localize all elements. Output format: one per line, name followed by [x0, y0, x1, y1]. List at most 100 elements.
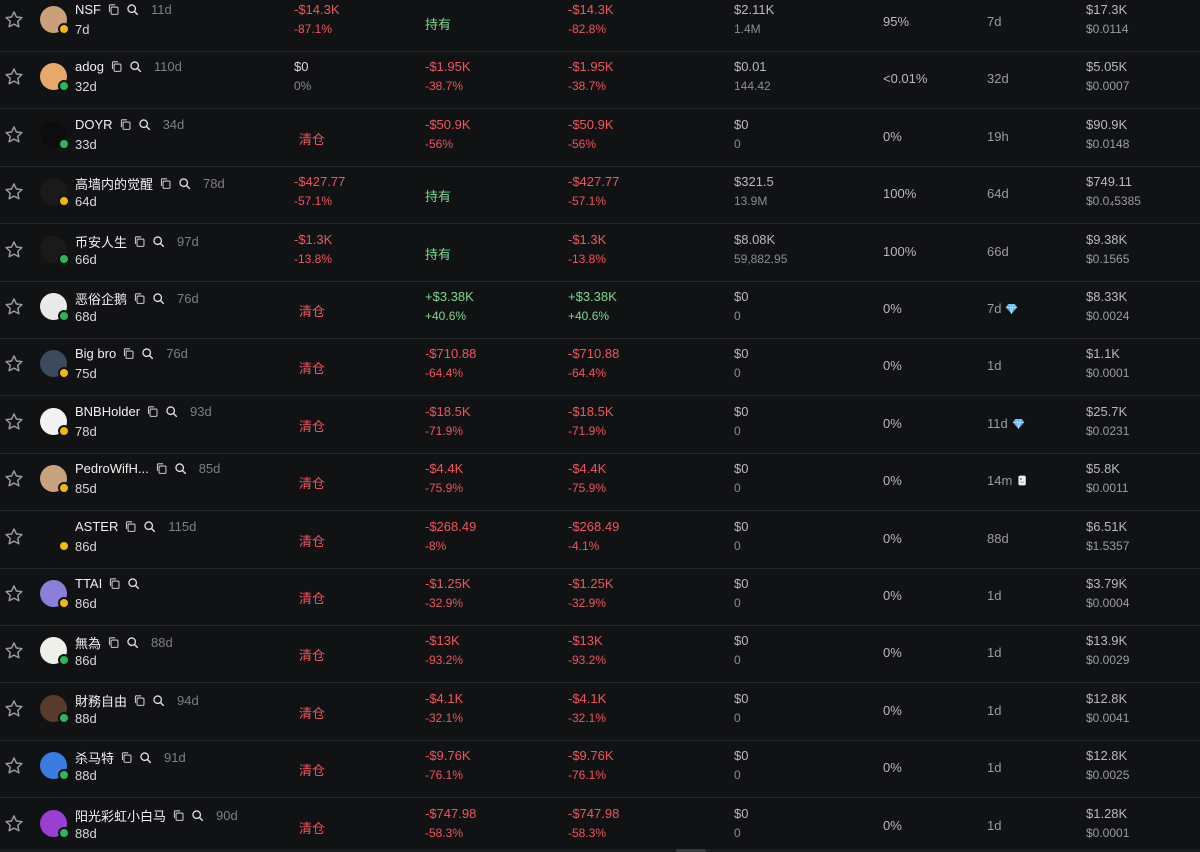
copy-icon[interactable]: [122, 347, 135, 360]
search-icon[interactable]: [143, 520, 156, 533]
copy-icon[interactable]: [146, 405, 159, 418]
token-name[interactable]: Big bro: [75, 346, 116, 361]
copy-icon[interactable]: [172, 809, 185, 822]
token-avatar[interactable]: [40, 465, 70, 495]
chain-badge-icon: [58, 137, 70, 150]
holding-duration-cell: 1d: [987, 760, 1001, 775]
copy-icon[interactable]: [133, 235, 146, 248]
token-avatar[interactable]: [40, 293, 70, 322]
search-icon[interactable]: [126, 3, 139, 16]
token-name[interactable]: 財務自由: [75, 691, 127, 710]
favorite-star-icon[interactable]: [3, 468, 25, 490]
copy-icon[interactable]: [107, 636, 120, 649]
token-avatar[interactable]: [40, 235, 70, 265]
token-avatar[interactable]: [40, 637, 70, 667]
token-name[interactable]: 杀马特: [75, 748, 114, 767]
holding-duration-value: 1d: [987, 358, 1002, 374]
table-row[interactable]: 無為 88d 86d 清仓 -$13K -93.2% -$13K -93.2% $0 0 0% 1d $…: [0, 626, 1200, 684]
copy-icon[interactable]: [124, 520, 137, 533]
search-icon[interactable]: [152, 694, 165, 707]
token-avatar[interactable]: [40, 580, 70, 609]
copy-icon[interactable]: [120, 751, 133, 764]
copy-icon[interactable]: [119, 118, 132, 131]
copy-icon[interactable]: [155, 462, 168, 475]
table-row[interactable]: ASTER 115d 86d 清仓 -$268.49 -8% -$268.49 -4.1% $0…: [0, 512, 1200, 569]
token-avatar[interactable]: [40, 6, 70, 35]
copy-icon[interactable]: [133, 292, 146, 305]
token-avatar[interactable]: [40, 752, 70, 782]
copy-icon[interactable]: [133, 694, 146, 707]
realized-pnl-value: -$268.49: [425, 518, 477, 534]
table-row[interactable]: Big bro 76d 75d 清仓 -$710.88 -64.4% -$710.88 -64…: [0, 339, 1200, 397]
favorite-star-icon[interactable]: [3, 296, 25, 318]
favorite-star-icon[interactable]: [3, 66, 25, 88]
search-icon[interactable]: [165, 405, 178, 418]
token-name[interactable]: TTAI: [75, 576, 102, 591]
table-row[interactable]: BNBHolder 93d 78d 清仓 -$18.5K -71.9% -$18.5K -71…: [0, 397, 1200, 454]
table-row[interactable]: DOYR 34d 33d 清仓 -$50.9K -56% -$50.9K -56% $0 0 0% 1…: [0, 110, 1200, 167]
token-avatar[interactable]: [40, 178, 70, 208]
table-row[interactable]: 杀马特 91d 88d 清仓 -$9.76K -76.1% -$9.76K -76.1% $0 0…: [0, 741, 1200, 799]
token-name[interactable]: 高墙内的觉醒: [75, 174, 153, 193]
favorite-star-icon[interactable]: [3, 9, 25, 31]
chain-badge-icon: [58, 80, 70, 93]
table-row[interactable]: 阳光彩虹小白马 90d 88d 清仓 -$747.98 -58.3% -$747.98 -58…: [0, 799, 1200, 852]
favorite-star-icon[interactable]: [3, 813, 25, 835]
search-icon[interactable]: [152, 292, 165, 305]
search-icon[interactable]: [141, 347, 154, 360]
search-icon[interactable]: [127, 577, 140, 590]
table-row[interactable]: 財務自由 94d 88d 清仓 -$4.1K -32.1% -$4.1K -32.1% $0 0 0…: [0, 684, 1200, 741]
token-avatar[interactable]: [40, 63, 70, 93]
token-name[interactable]: 無為: [75, 633, 101, 652]
favorite-star-icon[interactable]: [3, 583, 25, 605]
favorite-star-icon[interactable]: [3, 698, 25, 720]
favorite-star-icon[interactable]: [3, 411, 25, 433]
search-icon[interactable]: [126, 636, 139, 649]
search-icon[interactable]: [129, 60, 142, 73]
holding-duration-cell: 88d: [987, 531, 1009, 546]
token-name[interactable]: 阳光彩虹小白马: [75, 806, 166, 825]
token-avatar[interactable]: [40, 809, 70, 839]
token-name[interactable]: ASTER: [75, 519, 118, 534]
search-icon[interactable]: [178, 177, 191, 190]
copy-icon[interactable]: [107, 3, 120, 16]
token-avatar[interactable]: [40, 522, 70, 552]
favorite-star-icon[interactable]: [3, 181, 25, 203]
search-icon[interactable]: [138, 118, 151, 131]
market-cap: $17.3K: [1086, 2, 1128, 17]
table-row[interactable]: 币安人生 97d 66d -$1.3K -13.8% 持有 -$1.3K -13.8% $8.0…: [0, 225, 1200, 282]
token-name[interactable]: DOYR: [75, 117, 113, 132]
token-name[interactable]: NSF: [75, 2, 101, 17]
favorite-star-icon[interactable]: [3, 239, 25, 261]
favorite-star-icon[interactable]: [3, 526, 25, 548]
search-icon[interactable]: [152, 235, 165, 248]
table-row[interactable]: adog 110d 32d $0 0% -$1.95K -38.7% -$1.95K -38.7…: [0, 52, 1200, 110]
copy-icon[interactable]: [108, 577, 121, 590]
table-row[interactable]: PedroWifH... 85d 85d 清仓 -$4.4K -75.9% -$4.4K -7…: [0, 454, 1200, 512]
search-icon[interactable]: [191, 809, 204, 822]
search-icon[interactable]: [139, 751, 152, 764]
copy-icon[interactable]: [110, 60, 123, 73]
token-name[interactable]: BNBHolder: [75, 404, 140, 419]
token-name[interactable]: PedroWifH...: [75, 461, 149, 476]
table-row[interactable]: TTAI 86d 清仓 -$1.25K -32.9% -$1.25K -32.9% $0 0 0%…: [0, 569, 1200, 626]
favorite-star-icon[interactable]: [3, 124, 25, 146]
total-pnl-percent: -32.1%: [568, 710, 607, 725]
token-avatar[interactable]: [40, 350, 70, 380]
token-name[interactable]: 币安人生: [75, 232, 127, 251]
favorite-star-icon[interactable]: [3, 755, 25, 777]
token-name[interactable]: adog: [75, 59, 104, 74]
favorite-star-icon[interactable]: [3, 353, 25, 375]
token-avatar[interactable]: [40, 694, 70, 724]
table-row[interactable]: 恶俗企鹅 76d 68d 清仓 +$3.38K +40.6% +$3.38K +40.6% $0…: [0, 282, 1200, 339]
token-avatar[interactable]: [40, 407, 70, 437]
position-status: 清仓: [299, 418, 326, 434]
copy-icon[interactable]: [159, 177, 172, 190]
total-pnl-value: -$18.5K: [568, 403, 614, 419]
search-icon[interactable]: [174, 462, 187, 475]
favorite-star-icon[interactable]: [3, 640, 25, 662]
table-row[interactable]: NSF 11d 7d -$14.3K -87.1% 持有 -$14.3K -82.8% $2.1…: [0, 0, 1200, 52]
table-row[interactable]: 高墙内的觉醒 78d 64d -$427.77 -57.1% 持有 -$427.77 -57.…: [0, 167, 1200, 225]
token-name[interactable]: 恶俗企鹅: [75, 289, 127, 308]
token-avatar[interactable]: [40, 120, 70, 150]
